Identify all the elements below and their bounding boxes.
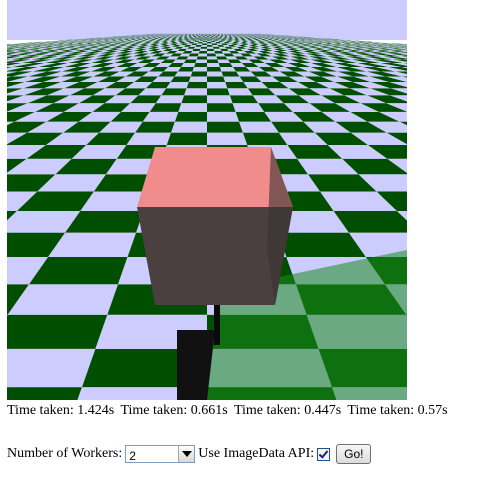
floor-tile (207, 121, 243, 133)
floor-tile (200, 46, 207, 49)
floor-tile (203, 38, 207, 40)
floor-tile (184, 88, 207, 96)
floor-tile (207, 39, 211, 41)
floor-tile (207, 59, 219, 64)
floor-tile (207, 38, 211, 40)
floor-tile (166, 132, 207, 145)
floor-tile (207, 40, 212, 42)
floor-tile (207, 63, 220, 68)
workers-select-value: 2 (129, 449, 136, 463)
floor-tile (204, 37, 207, 39)
floor-tile (186, 82, 207, 89)
controls-bar: Number of Workers: 2 Use ImageData API: … (7, 444, 372, 464)
floor-tile (207, 88, 230, 96)
floor-tile (204, 36, 207, 38)
floor-tile (207, 95, 233, 104)
timing-text: Time taken: 0.447s (233, 403, 342, 418)
imagedata-checkbox[interactable] (317, 447, 331, 461)
floor-tile (207, 36, 210, 38)
floor-tile (207, 53, 217, 57)
floor-tile (207, 36, 210, 37)
floor-tile (207, 37, 210, 39)
floor-tile (201, 43, 207, 45)
floor-tile (207, 82, 228, 89)
floor-tile (195, 59, 207, 64)
floor-tile (203, 39, 207, 41)
floor-tile (207, 43, 213, 45)
floor-tile (207, 71, 224, 77)
workers-select[interactable]: 2 (125, 445, 196, 463)
floor-tile (207, 51, 216, 54)
workers-label: Number of Workers: (7, 446, 123, 461)
cube-shadow-post (214, 305, 220, 345)
floor-tile (198, 51, 207, 54)
timing-text: Time taken: 0.661s (120, 403, 228, 418)
floor-tile (0, 348, 96, 388)
floor-tile (181, 95, 207, 104)
floor-tile (194, 63, 207, 68)
floor-tile (199, 48, 207, 52)
floor-tile (174, 111, 207, 122)
floor-tile (0, 314, 108, 349)
floor-tile (207, 67, 222, 72)
floor-tile (202, 41, 207, 44)
floor-tile (207, 35, 210, 37)
floor-tile (207, 56, 218, 60)
floor-tile (202, 40, 207, 42)
floor-tile (201, 44, 207, 47)
floor-tile (207, 41, 212, 44)
timings-line: Time taken: 1.424s Time taken: 0.661s Ti… (7, 403, 451, 419)
floor-tile (207, 44, 213, 47)
floor-tile (207, 111, 240, 122)
floor-tile (192, 67, 207, 72)
floor-tile (207, 103, 236, 112)
floor-tile (207, 46, 214, 49)
floor-tile (190, 71, 207, 77)
floor-tile (207, 76, 226, 83)
floor-tile (207, 34, 209, 35)
floor-tile (207, 34, 209, 36)
floor-tile (188, 76, 207, 83)
floor-tile (207, 48, 215, 52)
floor-tile (196, 56, 207, 60)
floor-tile (171, 121, 207, 133)
floor-tile (178, 103, 207, 112)
raytraced-scene (0, 0, 479, 430)
floor-tile (204, 36, 207, 37)
timing-text: Time taken: 0.57s (347, 403, 448, 418)
floor-tile (205, 34, 207, 36)
render-canvas (0, 0, 479, 430)
chevron-down-icon[interactable] (178, 446, 195, 462)
timing-text: Time taken: 1.424s (7, 403, 115, 418)
imagedata-label: Use ImageData API: (198, 446, 315, 461)
floor-tile (205, 34, 207, 35)
go-button[interactable]: Go! (336, 444, 372, 464)
floor-tile (0, 387, 82, 430)
floor-tile (197, 53, 207, 57)
floor-tile (204, 35, 207, 37)
floor-tile (207, 132, 248, 145)
